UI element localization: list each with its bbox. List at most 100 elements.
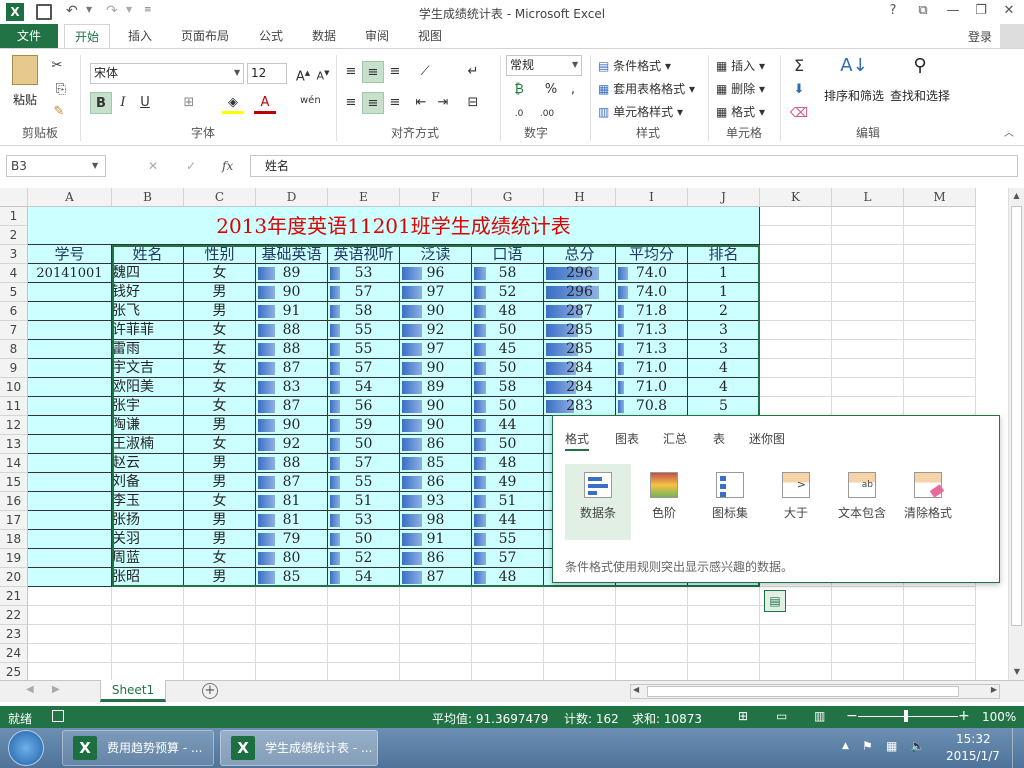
row-header[interactable]: 24 (0, 644, 28, 663)
table-header-cell[interactable]: 总分 (544, 245, 616, 264)
user-avatar-icon[interactable] (1000, 24, 1024, 48)
paste-button[interactable]: 粘贴 (8, 55, 42, 115)
next-sheet-icon[interactable]: ▶ (52, 685, 60, 695)
tab-data[interactable]: 数据 (302, 24, 346, 48)
table-cell[interactable]: 71.3 (616, 340, 688, 359)
decrease-font-icon[interactable]: A▼ (312, 62, 334, 84)
zoom-out-icon[interactable]: − (846, 709, 858, 723)
table-cell[interactable]: 85 (256, 568, 328, 587)
table-cell[interactable]: 女 (184, 397, 256, 416)
table-cell[interactable]: 3 (688, 321, 760, 340)
table-cell[interactable]: 87 (256, 397, 328, 416)
empty-cell[interactable] (472, 644, 544, 663)
empty-cell[interactable] (28, 587, 112, 606)
table-cell[interactable]: 50 (472, 435, 544, 454)
scroll-right-icon[interactable]: ▶ (991, 685, 997, 694)
table-cell[interactable]: 48 (472, 454, 544, 473)
empty-cell[interactable] (184, 663, 256, 680)
table-cell[interactable]: 96 (400, 264, 472, 283)
number-format-select[interactable]: 常规 (506, 55, 582, 76)
quick-analysis-button[interactable]: ▤ (764, 590, 786, 612)
tab-review[interactable]: 审阅 (355, 24, 399, 48)
table-cell[interactable]: 3 (688, 340, 760, 359)
row-header[interactable]: 22 (0, 606, 28, 625)
table-cell[interactable]: 71.0 (616, 378, 688, 397)
add-sheet-icon[interactable]: + (202, 683, 218, 699)
sort-filter-button[interactable]: A↓ 排序和筛选 (822, 55, 886, 104)
row-header[interactable]: 2 (0, 226, 28, 245)
empty-cell[interactable] (328, 606, 400, 625)
empty-cell[interactable] (256, 625, 328, 644)
table-cell[interactable]: 296 (544, 264, 616, 283)
font-size-select[interactable]: 12 (247, 63, 287, 84)
empty-cell[interactable] (760, 378, 832, 397)
empty-cell[interactable] (184, 644, 256, 663)
empty-cell[interactable] (832, 207, 904, 226)
table-cell[interactable]: 周蓝 (112, 549, 184, 568)
chevron-down-icon[interactable]: ▼ (92, 162, 98, 170)
table-cell[interactable]: 女 (184, 378, 256, 397)
align-left-icon[interactable]: ≡ (340, 92, 362, 114)
table-header-cell[interactable]: 英语视听 (328, 245, 400, 264)
table-cell[interactable]: 4 (688, 359, 760, 378)
table-cell[interactable]: 74.0 (616, 264, 688, 283)
table-cell[interactable]: 88 (256, 321, 328, 340)
empty-cell[interactable] (472, 663, 544, 680)
align-middle-icon[interactable]: ≡ (362, 61, 384, 83)
row-header[interactable]: 20 (0, 568, 28, 587)
qa-tab-sparklines[interactable]: 迷你图 (749, 430, 785, 447)
macro-record-icon[interactable] (52, 710, 64, 722)
increase-indent-icon[interactable]: ⇥ (432, 92, 454, 114)
empty-cell[interactable] (904, 264, 976, 283)
table-cell[interactable]: 71.8 (616, 302, 688, 321)
vertical-scrollbar[interactable]: ▲ ▼ (1008, 188, 1024, 680)
taskbar-item-budget[interactable]: X 费用趋势预算 - ... (62, 730, 214, 766)
empty-cell[interactable] (760, 207, 832, 226)
conditional-format-button[interactable]: ▤ 条件格式 ▾ (598, 57, 671, 74)
table-cell[interactable]: 55 (328, 473, 400, 492)
empty-cell[interactable] (184, 625, 256, 644)
empty-cell[interactable] (472, 587, 544, 606)
empty-cell[interactable] (760, 340, 832, 359)
empty-cell[interactable] (544, 606, 616, 625)
empty-cell[interactable] (112, 663, 184, 680)
zoom-level[interactable]: 100% (982, 710, 1016, 724)
empty-cell[interactable] (760, 264, 832, 283)
table-cell[interactable] (28, 283, 112, 302)
table-cell[interactable]: 53 (328, 511, 400, 530)
table-cell[interactable]: 李玉 (112, 492, 184, 511)
table-cell[interactable]: 86 (400, 435, 472, 454)
empty-cell[interactable] (760, 625, 832, 644)
column-header[interactable]: J (688, 188, 760, 207)
table-cell[interactable]: 55 (328, 340, 400, 359)
row-header[interactable]: 18 (0, 530, 28, 549)
qa-tab-charts[interactable]: 图表 (615, 430, 639, 447)
insert-cells-button[interactable]: ▦ 插入 ▾ (716, 57, 765, 74)
empty-cell[interactable] (400, 663, 472, 680)
row-header[interactable]: 7 (0, 321, 28, 340)
table-cell[interactable]: 296 (544, 283, 616, 302)
row-header[interactable]: 17 (0, 511, 28, 530)
fill-icon[interactable]: ⬇ (788, 79, 810, 101)
table-cell[interactable]: 86 (400, 549, 472, 568)
table-cell[interactable]: 4 (688, 378, 760, 397)
table-cell[interactable]: 70.8 (616, 397, 688, 416)
table-cell[interactable]: 50 (472, 321, 544, 340)
clear-icon[interactable]: ⌫ (788, 103, 810, 125)
scroll-down-icon[interactable]: ▼ (1009, 664, 1024, 680)
table-cell[interactable]: 87 (256, 473, 328, 492)
table-cell[interactable]: 49 (472, 473, 544, 492)
empty-cell[interactable] (184, 587, 256, 606)
border-icon[interactable]: ⊞ (178, 92, 200, 114)
table-cell[interactable]: 女 (184, 492, 256, 511)
tab-view[interactable]: 视图 (408, 24, 452, 48)
row-header[interactable]: 3 (0, 245, 28, 264)
empty-cell[interactable] (832, 321, 904, 340)
row-header[interactable]: 9 (0, 359, 28, 378)
taskbar-item-grades[interactable]: X 学生成绩统计表 - ... (220, 730, 378, 766)
column-header[interactable]: F (400, 188, 472, 207)
qa-clear-format[interactable]: 清除格式 (895, 464, 961, 540)
underline-button[interactable]: U (134, 92, 156, 114)
table-cell[interactable]: 钱好 (112, 283, 184, 302)
empty-cell[interactable] (760, 663, 832, 680)
